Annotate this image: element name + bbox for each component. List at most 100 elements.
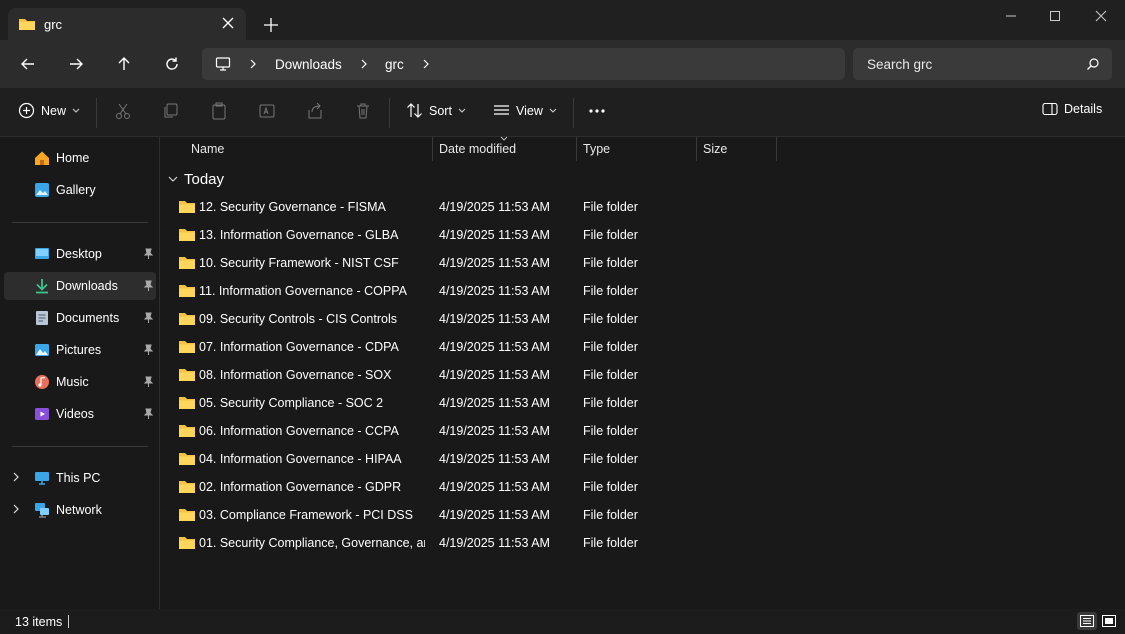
pin-icon[interactable]	[142, 312, 154, 324]
file-row[interactable]: 07. Information Governance - CDPA 4/19/20…	[174, 334, 774, 360]
new-button[interactable]: New	[18, 102, 80, 119]
column-header-size[interactable]: Size	[697, 137, 776, 161]
file-row[interactable]: 04. Information Governance - HIPAA 4/19/2…	[174, 446, 774, 472]
file-row[interactable]: 12. Security Governance - FISMA 4/19/2025…	[174, 194, 774, 220]
pin-icon[interactable]	[142, 408, 154, 420]
file-type: File folder	[583, 256, 638, 270]
file-name: 11. Information Governance - COPPA	[199, 284, 407, 298]
file-type: File folder	[583, 284, 638, 298]
maximize-button[interactable]	[1041, 6, 1069, 26]
sidebar-item-network[interactable]: Network	[4, 496, 156, 524]
pin-icon[interactable]	[142, 248, 154, 260]
file-name: 07. Information Governance - CDPA	[199, 340, 399, 354]
column-header-label: Type	[583, 142, 611, 156]
file-row[interactable]: 03. Compliance Framework - PCI DSS 4/19/2…	[174, 502, 774, 528]
sidebar-divider	[12, 222, 148, 223]
sidebar-item-music[interactable]: Music	[4, 368, 156, 396]
paste-button[interactable]	[210, 102, 228, 120]
new-tab-icon[interactable]	[262, 16, 280, 34]
file-row[interactable]: 11. Information Governance - COPPA 4/19/2…	[174, 278, 774, 304]
new-label: New	[41, 103, 67, 118]
chevron-right-icon[interactable]	[249, 59, 257, 69]
group-header-today[interactable]: Today	[168, 171, 224, 188]
details-button[interactable]: Details	[1042, 102, 1102, 116]
search-box[interactable]: Search grc	[853, 48, 1112, 80]
pin-icon[interactable]	[142, 344, 154, 356]
close-window-button[interactable]	[1087, 6, 1115, 26]
file-type: File folder	[583, 452, 638, 466]
pin-icon[interactable]	[142, 280, 154, 292]
close-tab-icon[interactable]	[220, 15, 236, 31]
file-type: File folder	[583, 228, 638, 242]
file-row[interactable]: 05. Security Compliance - SOC 2 4/19/2025…	[174, 390, 774, 416]
sidebar-item-label: Documents	[56, 311, 120, 325]
file-row[interactable]: 13. Information Governance - GLBA 4/19/20…	[174, 222, 774, 248]
column-header-label: Date modified	[439, 142, 517, 156]
file-type: File folder	[583, 424, 638, 438]
folder-icon	[179, 201, 195, 213]
pin-icon[interactable]	[142, 376, 154, 388]
chevron-right-icon[interactable]	[12, 472, 20, 482]
breadcrumb-grc[interactable]: grc	[385, 57, 404, 72]
rename-button[interactable]	[258, 102, 276, 120]
file-date: 4/19/2025 11:53 AM	[439, 508, 550, 522]
plus-circle-icon	[18, 102, 35, 119]
sidebar-item-pictures[interactable]: Pictures	[4, 336, 156, 364]
file-name: 02. Information Governance - GDPR	[199, 480, 402, 494]
column-divider[interactable]	[776, 137, 777, 161]
large-icons-view-button[interactable]	[1099, 612, 1119, 630]
chevron-right-icon[interactable]	[422, 59, 430, 69]
file-name: 12. Security Governance - FISMA	[199, 200, 386, 214]
minimize-button[interactable]	[997, 6, 1025, 26]
sidebar-item-gallery[interactable]: Gallery	[4, 176, 156, 204]
details-view-button[interactable]	[1077, 612, 1097, 630]
cut-button[interactable]	[114, 102, 132, 120]
tab-grc[interactable]: grc	[8, 8, 246, 40]
breadcrumb-downloads[interactable]: Downloads	[275, 57, 342, 72]
address-bar[interactable]: Downloads grc	[202, 48, 845, 80]
folder-icon	[179, 481, 195, 493]
chevron-right-icon[interactable]	[12, 504, 20, 514]
folder-icon	[179, 397, 195, 409]
file-row[interactable]: 06. Information Governance - CCPA 4/19/20…	[174, 418, 774, 444]
chevron-right-icon[interactable]	[360, 59, 368, 69]
sidebar-item-home[interactable]: Home	[4, 144, 156, 172]
copy-button[interactable]	[162, 102, 180, 120]
file-row[interactable]: 01. Security Compliance, Governance, an.…	[174, 530, 774, 556]
sidebar-item-videos[interactable]: Videos	[4, 400, 156, 428]
more-icon	[589, 109, 605, 113]
status-divider	[68, 615, 69, 628]
chevron-down-icon	[549, 108, 557, 113]
column-header-name[interactable]: Name	[182, 137, 432, 161]
share-button[interactable]	[306, 102, 324, 120]
column-header-type[interactable]: Type	[577, 137, 696, 161]
search-placeholder: Search grc	[867, 57, 933, 72]
delete-button[interactable]	[354, 102, 372, 120]
file-row[interactable]: 09. Security Controls - CIS Controls 4/19…	[174, 306, 774, 332]
refresh-button[interactable]	[160, 52, 184, 76]
sidebar-item-desktop[interactable]: Desktop	[4, 240, 156, 268]
forward-button[interactable]	[64, 52, 88, 76]
sidebar-item-documents[interactable]: Documents	[4, 304, 156, 332]
sidebar-item-downloads[interactable]: Downloads	[4, 272, 156, 300]
file-date: 4/19/2025 11:53 AM	[439, 284, 550, 298]
details-label: Details	[1064, 102, 1103, 116]
sidebar-item-this-pc[interactable]: This PC	[4, 464, 156, 492]
share-icon	[308, 102, 322, 119]
file-name: 10. Security Framework - NIST CSF	[199, 256, 399, 270]
view-label: View	[516, 103, 543, 118]
sort-label: Sort	[429, 103, 452, 118]
column-header-date[interactable]: Date modified	[433, 136, 576, 161]
sort-button[interactable]: Sort	[406, 102, 466, 119]
more-options-button[interactable]	[588, 102, 606, 120]
up-button[interactable]	[112, 52, 136, 76]
view-button[interactable]: View	[493, 102, 557, 119]
back-button[interactable]	[16, 52, 40, 76]
file-row[interactable]: 02. Information Governance - GDPR 4/19/20…	[174, 474, 774, 500]
arrow-right-icon	[70, 58, 83, 70]
column-header-label: Name	[191, 142, 225, 156]
details-pane-icon	[1042, 102, 1058, 116]
file-row[interactable]: 10. Security Framework - NIST CSF 4/19/20…	[174, 250, 774, 276]
file-row[interactable]: 08. Information Governance - SOX 4/19/202…	[174, 362, 774, 388]
gallery-icon	[35, 183, 49, 197]
